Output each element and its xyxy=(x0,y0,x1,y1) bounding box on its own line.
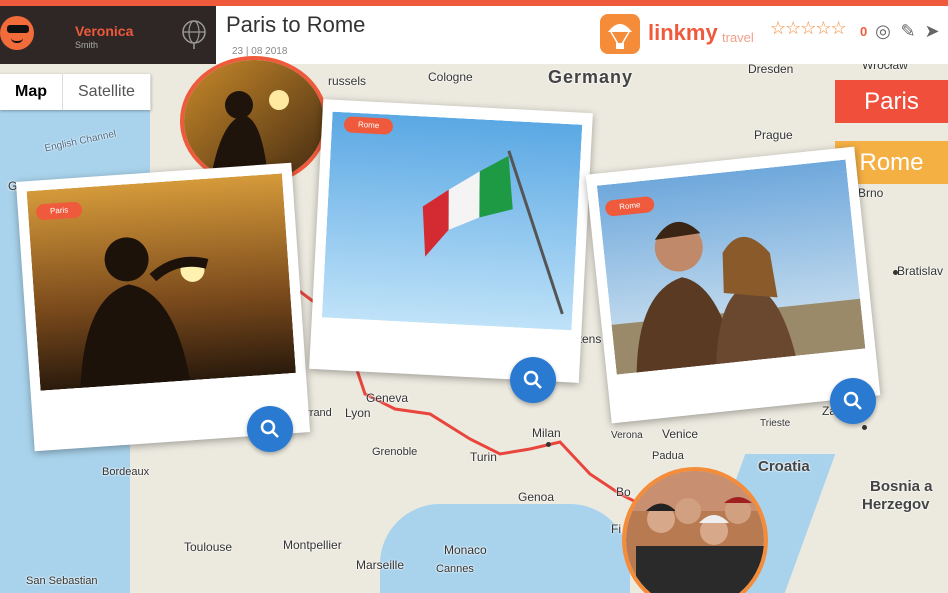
satellite-view-button[interactable]: Satellite xyxy=(63,74,151,110)
label-germany: Germany xyxy=(548,67,634,87)
label-monaco: Monaco xyxy=(444,543,487,557)
brand-name[interactable]: linkmy xyxy=(648,20,718,46)
label-prague: Prague xyxy=(754,128,793,142)
label-toulouse: Toulouse xyxy=(184,540,233,554)
photo-image xyxy=(596,159,866,375)
twitter-icon[interactable]: ➤ xyxy=(921,20,943,42)
zoom-photo-button[interactable] xyxy=(247,406,293,452)
header: Veronica Smith Paris to Rome 23 | 08 201… xyxy=(0,6,948,64)
legend-paris[interactable]: Paris xyxy=(835,80,948,123)
edit-icon[interactable]: ✎ xyxy=(897,20,919,42)
label-padua: Padua xyxy=(652,450,684,462)
photo-card-rome-flag[interactable]: Rome xyxy=(309,99,593,383)
label-herzegovina: Herzegov xyxy=(862,496,930,513)
label-cologne: Cologne xyxy=(428,70,473,84)
label-grenoble: Grenoble xyxy=(372,446,418,458)
label-croatia: Croatia xyxy=(758,458,810,475)
sunglasses-icon xyxy=(7,25,29,33)
label-wroclaw: Wrocław xyxy=(862,64,908,72)
user-first-name[interactable]: Veronica xyxy=(75,23,133,39)
photo-location-tag: Rome xyxy=(343,116,394,135)
label-brussels: russels xyxy=(328,74,367,88)
label-san-sebastian: San Sebastian xyxy=(26,575,98,587)
label-bologna: Bo xyxy=(616,485,631,499)
linkmytravel-logo-icon[interactable] xyxy=(600,14,640,54)
label-brno: Brno xyxy=(858,186,884,200)
photo-card-rome-couple[interactable]: Rome xyxy=(585,146,881,424)
label-milan: Milan xyxy=(532,426,561,440)
label-genoa: Genoa xyxy=(518,490,555,504)
label-cannes: Cannes xyxy=(436,563,474,575)
photo-location-tag: Paris xyxy=(35,201,83,221)
zoom-photo-button[interactable] xyxy=(830,378,876,424)
label-bosnia: Bosnia a xyxy=(870,478,933,495)
label-dresden: Dresden xyxy=(748,64,794,76)
label-florence: Fi xyxy=(611,522,621,536)
rating-stars[interactable]: ☆☆☆☆☆ xyxy=(770,18,847,39)
photo-image xyxy=(321,111,583,331)
label-marseille: Marseille xyxy=(356,558,405,572)
globe-pin-icon[interactable] xyxy=(180,20,208,50)
search-icon xyxy=(523,370,542,389)
rating-count: 0 xyxy=(860,24,868,39)
label-trieste: Trieste xyxy=(760,418,791,429)
label-bratislava: Bratislav xyxy=(897,264,944,278)
brand-subname: travel xyxy=(722,30,754,45)
user-profile[interactable]: Veronica Smith xyxy=(0,6,216,64)
user-last-name: Smith xyxy=(75,40,99,50)
trip-title: Paris to Rome xyxy=(226,12,366,37)
label-bordeaux: Bordeaux xyxy=(102,466,150,478)
globe-icon[interactable]: ◎ xyxy=(872,20,894,42)
label-verona: Verona xyxy=(611,430,643,441)
search-icon xyxy=(260,419,279,438)
map-view-button[interactable]: Map xyxy=(0,74,63,110)
avatar[interactable] xyxy=(0,16,34,50)
label-venice: Venice xyxy=(662,427,699,441)
label-geneva: Geneva xyxy=(366,391,409,405)
map-type-toggle: Map Satellite xyxy=(0,74,151,110)
label-turin: Turin xyxy=(470,450,497,464)
label-montpellier: Montpellier xyxy=(283,538,342,552)
search-icon xyxy=(843,391,862,410)
group-photo-image xyxy=(626,471,764,593)
label-lyon: Lyon xyxy=(345,406,371,420)
zoom-photo-button[interactable] xyxy=(510,357,556,403)
